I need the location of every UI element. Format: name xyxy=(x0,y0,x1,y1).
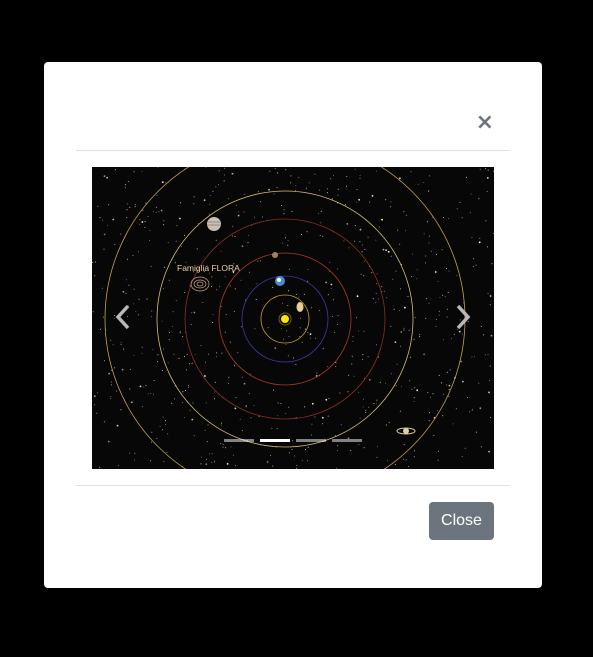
carousel-indicators xyxy=(92,439,494,445)
carousel-next-button[interactable] xyxy=(450,303,474,331)
modal-header: × xyxy=(76,62,510,151)
chevron-right-icon xyxy=(456,304,471,330)
modal-body: Famiglia FLORA xyxy=(92,167,494,469)
carousel-indicator-4[interactable] xyxy=(332,439,362,442)
modal-footer xyxy=(76,485,510,487)
solar-system-image: Famiglia FLORA xyxy=(92,167,494,469)
carousel-prev-button[interactable] xyxy=(112,303,136,331)
image-modal: × Famiglia FLORA Close xyxy=(44,62,542,588)
carousel-indicator-2[interactable] xyxy=(260,439,290,442)
image-carousel: Famiglia FLORA xyxy=(92,167,494,469)
slide-label: Famiglia FLORA xyxy=(177,263,240,273)
carousel-indicator-1[interactable] xyxy=(224,439,254,442)
carousel-indicator-3[interactable] xyxy=(296,439,326,442)
close-button[interactable]: Close xyxy=(429,502,494,540)
close-icon[interactable]: × xyxy=(476,112,494,134)
chevron-left-icon xyxy=(115,304,130,330)
